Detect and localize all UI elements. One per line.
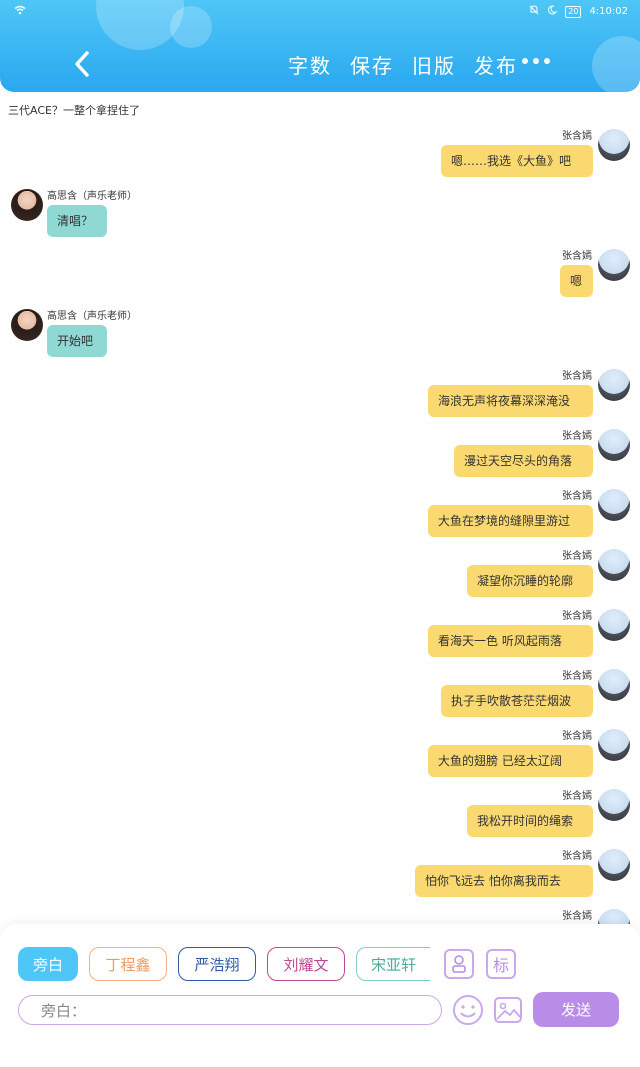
save-button[interactable]: 保存	[350, 50, 394, 79]
message-bubble[interactable]: 开始吧	[47, 325, 107, 357]
message-item: 张含嫣	[0, 907, 640, 924]
avatar[interactable]	[598, 669, 630, 701]
message-bubble[interactable]: 清唱？	[47, 205, 107, 237]
sender-name: 张含嫣	[562, 131, 592, 142]
message-item: 张含嫣嗯	[0, 247, 640, 303]
header-decoration	[592, 36, 640, 92]
old-version-button[interactable]: 旧版	[412, 50, 456, 79]
compose-panel: 旁白 丁程鑫 严浩翔 刘耀文 宋亚轩 标 旁白： 发送	[0, 924, 640, 1067]
message-item: 张含嫣大鱼的翅膀 已经太辽阔	[0, 727, 640, 783]
avatar[interactable]	[598, 609, 630, 641]
message-bubble[interactable]: 看海天一色 听风起雨落	[428, 625, 593, 657]
message-bubble[interactable]: 大鱼的翅膀 已经太辽阔	[428, 745, 593, 777]
send-button[interactable]: 发送	[533, 992, 619, 1027]
sender-name: 张含嫣	[562, 671, 592, 682]
narration-text: 三代ACE？一整个拿捏住了	[8, 104, 140, 117]
role-chip-song-yaxuan[interactable]: 宋亚轩	[356, 947, 430, 981]
message-bubble[interactable]: 怕你飞远去 怕你离我而去	[415, 865, 593, 897]
sender-name: 张含嫣	[562, 731, 592, 742]
header-actions: 字数 保存 旧版 发布	[288, 50, 518, 79]
sender-name: 张含嫣	[562, 911, 592, 922]
person-icon[interactable]	[444, 949, 474, 979]
sender-name: 高思含（声乐老师）	[47, 191, 137, 202]
sender-name: 张含嫣	[562, 611, 592, 622]
role-chip-ding-chengxin[interactable]: 丁程鑫	[89, 947, 167, 981]
chevron-left-icon	[75, 51, 89, 77]
message-item: 高思含（声乐老师） 开始吧	[0, 307, 640, 363]
message-item: 张含嫣凝望你沉睡的轮廓	[0, 547, 640, 603]
avatar[interactable]	[598, 369, 630, 401]
avatar[interactable]	[11, 189, 43, 221]
sender-name: 张含嫣	[562, 551, 592, 562]
message-bubble[interactable]: 大鱼在梦境的缝隙里游过	[428, 505, 593, 537]
more-options-icon[interactable]	[522, 58, 550, 64]
word-count-button[interactable]: 字数	[288, 50, 332, 79]
message-bubble[interactable]: 漫过天空尽头的角落	[454, 445, 593, 477]
tag-label: 标	[492, 956, 509, 975]
publish-button[interactable]: 发布	[474, 50, 518, 79]
sender-name: 张含嫣	[562, 251, 592, 262]
avatar[interactable]	[598, 549, 630, 581]
sender-name: 张含嫣	[562, 791, 592, 802]
avatar[interactable]	[598, 729, 630, 761]
avatar[interactable]	[598, 909, 630, 924]
status-bar: 20 4:10:02	[0, 0, 640, 22]
message-item: 张含嫣大鱼在梦境的缝隙里游过	[0, 487, 640, 543]
sender-name: 张含嫣	[562, 431, 592, 442]
message-item: 张含嫣我松开时间的绳索	[0, 787, 640, 843]
tag-icon[interactable]: 标	[486, 949, 516, 979]
message-bubble[interactable]: 嗯……我选《大鱼》吧	[441, 145, 593, 177]
avatar[interactable]	[598, 849, 630, 881]
avatar[interactable]	[598, 129, 630, 161]
message-item: 张含嫣海浪无声将夜幕深深淹没	[0, 367, 640, 423]
avatar[interactable]	[598, 789, 630, 821]
wifi-icon	[14, 5, 26, 18]
role-chip-liu-yaowen[interactable]: 刘耀文	[267, 947, 345, 981]
role-chip-narration[interactable]: 旁白	[18, 947, 78, 981]
message-input-placeholder: 旁白：	[41, 1001, 87, 1020]
avatar[interactable]	[11, 309, 43, 341]
clock: 4:10:02	[589, 6, 628, 17]
message-item: 张含嫣怕你飞远去 怕你离我而去	[0, 847, 640, 903]
image-icon[interactable]	[493, 995, 523, 1025]
back-button[interactable]	[68, 48, 98, 80]
moon-icon	[547, 5, 558, 18]
message-bubble[interactable]: 执子手吹散苍茫茫烟波	[441, 685, 593, 717]
chat-area[interactable]: 三代ACE？一整个拿捏住了 张含嫣 嗯……我选《大鱼》吧 高思含（声乐老师） 清唱？张…	[0, 92, 640, 924]
avatar[interactable]	[598, 429, 630, 461]
message-bubble[interactable]: 凝望你沉睡的轮廓	[467, 565, 593, 597]
sender-name: 张含嫣	[562, 371, 592, 382]
avatar[interactable]	[598, 489, 630, 521]
message-input[interactable]: 旁白：	[18, 995, 442, 1025]
message-bubble[interactable]: 嗯	[560, 265, 593, 297]
message-item: 高思含（声乐老师） 清唱？	[0, 187, 640, 243]
emoji-icon[interactable]	[452, 994, 484, 1026]
message-bubble[interactable]: 我松开时间的绳索	[467, 805, 593, 837]
role-chip-yan-haoxiang[interactable]: 严浩翔	[178, 947, 256, 981]
message-item: 张含嫣漫过天空尽头的角落	[0, 427, 640, 483]
message-item: 张含嫣执子手吹散苍茫茫烟波	[0, 667, 640, 723]
header-bar: 20 4:10:02 字数 保存 旧版 发布	[0, 0, 640, 92]
message-item: 张含嫣嗯……我选《大鱼》吧	[0, 127, 640, 183]
battery-indicator: 20	[565, 5, 582, 18]
message-item: 张含嫣看海天一色 听风起雨落	[0, 607, 640, 663]
avatar[interactable]	[598, 249, 630, 281]
sender-name: 张含嫣	[562, 851, 592, 862]
message-bubble[interactable]: 海浪无声将夜幕深深淹没	[428, 385, 593, 417]
sender-name: 高思含（声乐老师）	[47, 311, 137, 322]
mute-icon	[529, 5, 539, 18]
sender-name: 张含嫣	[562, 491, 592, 502]
